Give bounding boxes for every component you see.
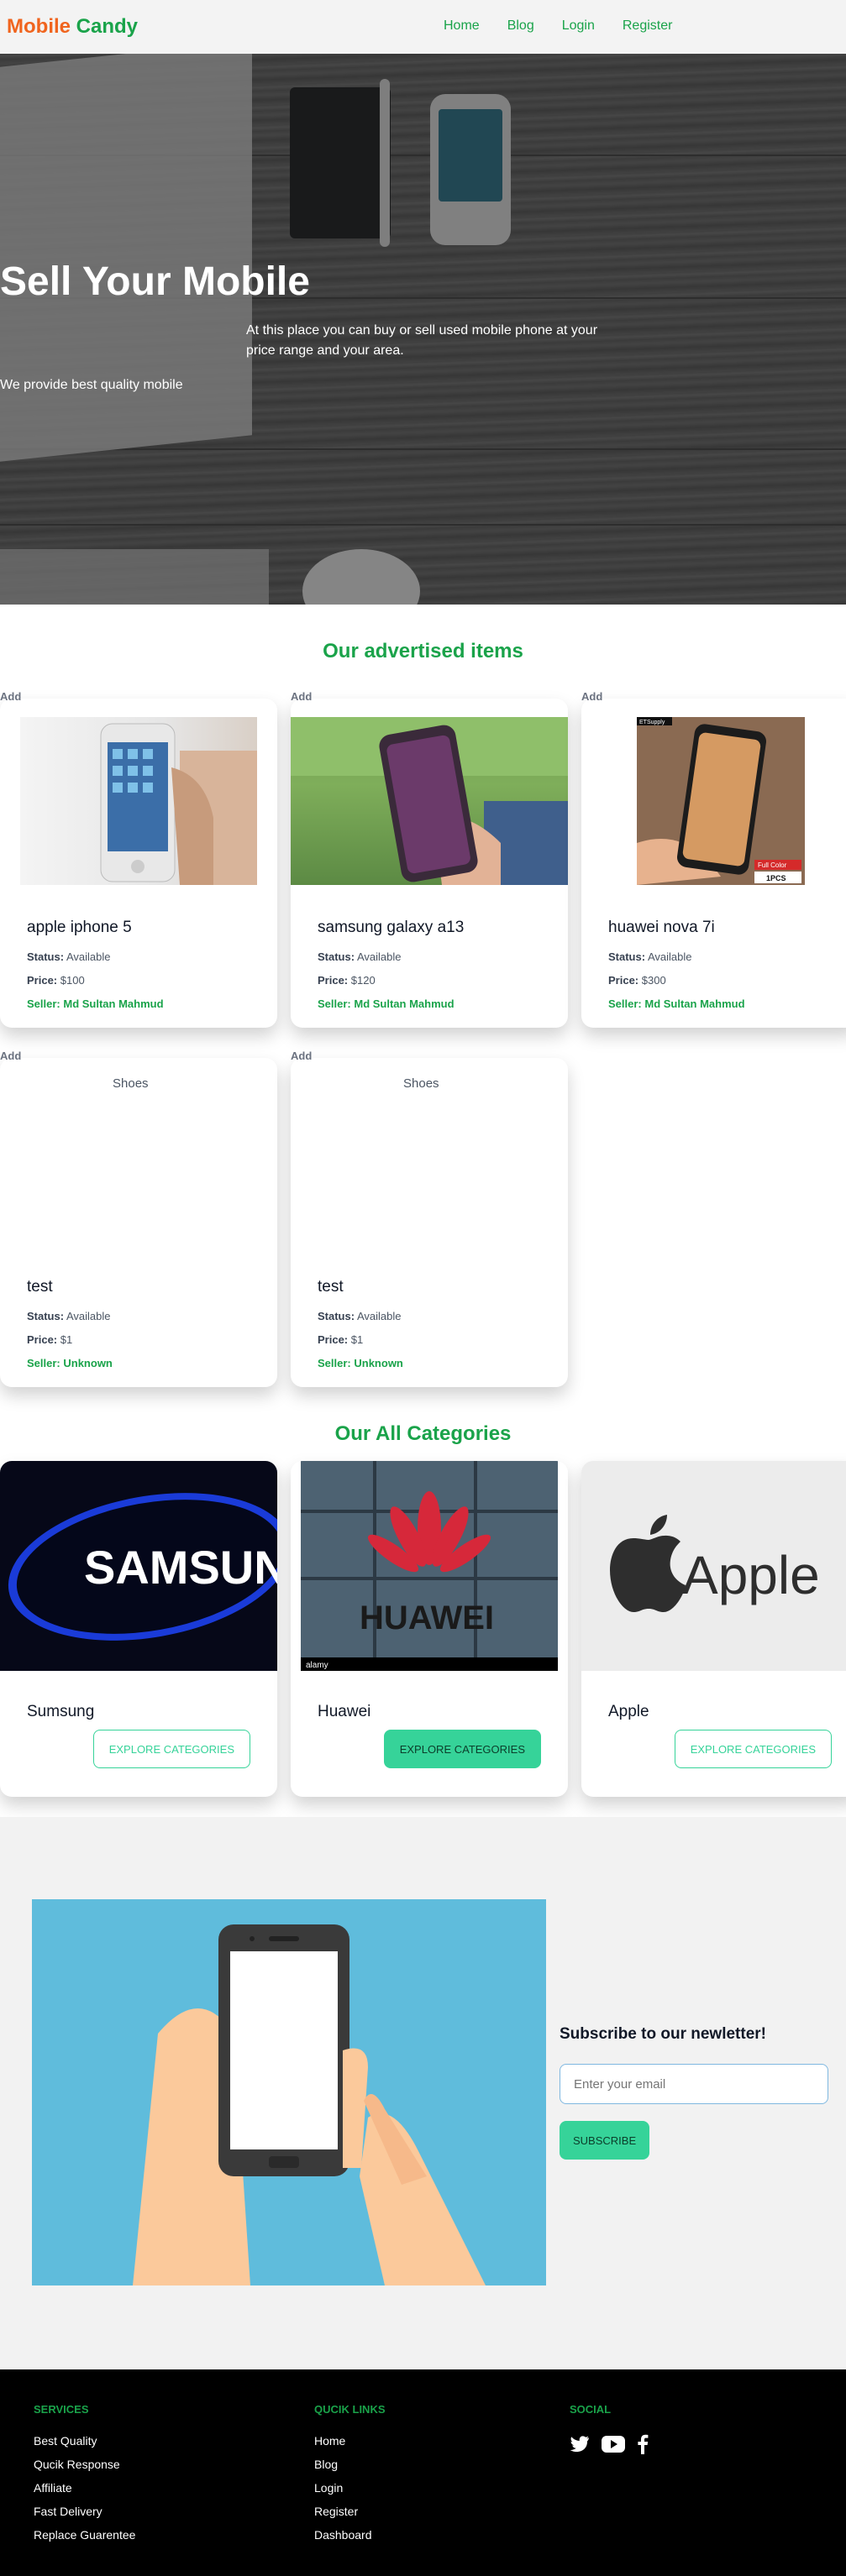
- product-card[interactable]: Add samsung galaxy a13 Status: Available…: [291, 690, 568, 1028]
- product-card[interactable]: Add ETSupply Full Color 1PCS huawei nova…: [581, 690, 846, 1028]
- ad-badge: Add: [291, 690, 313, 703]
- hero-description: At this place you can buy or sell used m…: [246, 323, 598, 358]
- samsung-logo-image: SAMSUNG: [0, 1461, 277, 1671]
- ad-badge: Add: [0, 690, 22, 703]
- category-name: Huawei: [318, 1703, 371, 1720]
- product-image-samsung: [291, 717, 568, 885]
- nav-blog-link[interactable]: Blog: [507, 18, 534, 34]
- logo-part1: Mobile: [7, 15, 71, 38]
- twitter-icon[interactable]: [570, 2435, 590, 2458]
- navbar: Mobile Candy Home Blog Login Register: [0, 0, 846, 54]
- product-status: Status: Available: [27, 1310, 111, 1322]
- ad-badge: Add: [0, 1050, 22, 1062]
- hero-title: Sell Your Mobile: [0, 259, 310, 304]
- social-icons: [570, 2434, 649, 2458]
- footer-social: SOCIAL: [570, 2403, 649, 2458]
- huawei-img-brand: ETSupply: [639, 720, 665, 725]
- nav-register-link[interactable]: Register: [623, 18, 673, 34]
- explore-categories-button[interactable]: EXPLORE CATEGORIES: [674, 1730, 832, 1768]
- ad-badge: Add: [291, 1050, 313, 1062]
- product-price: Price: $120: [318, 974, 376, 987]
- nav-home-link[interactable]: Home: [444, 18, 480, 34]
- huawei-logo-text: HUAWEI: [360, 1600, 494, 1636]
- footer-quick-links: QUCIK LINKS Home Blog Login Register Das…: [314, 2403, 386, 2552]
- product-image-broken: Shoes: [403, 1076, 521, 1102]
- site-logo[interactable]: Mobile Candy: [7, 15, 138, 39]
- product-price: Price: $100: [27, 974, 85, 987]
- huawei-img-red-label: Full Color: [758, 861, 787, 869]
- nav-links: Home Blog Login Register: [444, 18, 700, 34]
- facebook-icon[interactable]: [637, 2434, 649, 2458]
- footer-link[interactable]: Dashboard: [314, 2528, 386, 2542]
- nav-login-link[interactable]: Login: [562, 18, 595, 34]
- product-seller: Seller: Md Sultan Mahmud: [318, 997, 455, 1010]
- category-card-samsung: SAMSUNG Sumsung EXPLORE CATEGORIES: [0, 1461, 277, 1797]
- footer-link[interactable]: Home: [314, 2434, 386, 2448]
- ad-badge: Add: [581, 690, 603, 703]
- hero-subtext: We provide best quality mobile: [0, 378, 183, 392]
- product-seller: Seller: Unknown: [318, 1357, 403, 1369]
- footer-quick-links-title: QUCIK LINKS: [314, 2403, 386, 2416]
- category-card-apple: Apple Apple EXPLORE CATEGORIES: [581, 1461, 846, 1797]
- hand-phone-illustration: [32, 1899, 546, 2285]
- footer-link[interactable]: Register: [314, 2505, 386, 2518]
- footer-services-title: SERVICES: [34, 2403, 89, 2416]
- alamy-watermark: alamy: [306, 1661, 328, 1670]
- product-seller: Seller: Md Sultan Mahmud: [27, 997, 164, 1010]
- broken-image-alt: Shoes: [113, 1076, 149, 1091]
- category-name: Apple: [608, 1703, 649, 1720]
- explore-categories-button[interactable]: EXPLORE CATEGORIES: [92, 1730, 250, 1768]
- categories-section-title: Our All Categories: [334, 1422, 512, 1445]
- product-image-iphone: [20, 717, 257, 885]
- footer-link[interactable]: Qucik Response: [34, 2458, 135, 2471]
- product-card[interactable]: Add Shoes test Status: Available Price: …: [291, 1050, 568, 1387]
- apple-logo-image: Apple: [581, 1461, 846, 1671]
- newsletter-email-input[interactable]: [560, 2064, 828, 2104]
- product-title: apple iphone 5: [27, 919, 132, 936]
- newsletter-section: Subscribe to our newletter! SUBSCRIBE: [0, 1817, 846, 2369]
- footer-link[interactable]: Best Quality: [34, 2434, 135, 2448]
- footer: SERVICES Best Quality Qucik Response Aff…: [0, 2369, 846, 2576]
- product-price: Price: $1: [318, 1333, 364, 1346]
- logo-part2: Candy: [76, 15, 139, 38]
- explore-categories-button[interactable]: EXPLORE CATEGORIES: [383, 1730, 541, 1768]
- huawei-logo-image: HUAWEI alamy: [291, 1461, 568, 1671]
- footer-services: SERVICES Best Quality Qucik Response Aff…: [34, 2403, 135, 2552]
- product-card[interactable]: Add Shoes test Status: Available Price: …: [0, 1050, 277, 1387]
- newsletter-title: Subscribe to our newletter!: [560, 2025, 766, 2043]
- footer-link[interactable]: Affiliate: [34, 2481, 135, 2495]
- product-price: Price: $300: [608, 974, 666, 987]
- subscribe-button[interactable]: SUBSCRIBE: [560, 2121, 650, 2160]
- advertised-section-title: Our advertised items: [323, 640, 523, 662]
- footer-social-title: SOCIAL: [570, 2403, 612, 2416]
- hero-banner: Sell Your Mobile At this place you can b…: [0, 54, 846, 605]
- footer-link[interactable]: Fast Delivery: [34, 2505, 135, 2518]
- footer-link[interactable]: Blog: [314, 2458, 386, 2471]
- footer-link[interactable]: Replace Guarentee: [34, 2528, 135, 2542]
- product-title: huawei nova 7i: [608, 919, 715, 936]
- product-card[interactable]: Add apple iphone 5 Status: Available Pri…: [0, 690, 277, 1028]
- product-title: samsung galaxy a13: [318, 919, 465, 936]
- samsung-logo-text: SAMSUNG: [84, 1541, 277, 1594]
- product-status: Status: Available: [27, 950, 111, 963]
- product-status: Status: Available: [318, 950, 402, 963]
- product-status: Status: Available: [318, 1310, 402, 1322]
- product-image-broken: Shoes: [113, 1076, 230, 1102]
- product-image-huawei: ETSupply Full Color 1PCS: [637, 717, 805, 885]
- product-status: Status: Available: [608, 950, 692, 963]
- broken-image-alt: Shoes: [403, 1076, 439, 1091]
- product-seller: Seller: Md Sultan Mahmud: [608, 997, 745, 1010]
- footer-link[interactable]: Login: [314, 2481, 386, 2495]
- product-price: Price: $1: [27, 1333, 73, 1346]
- category-name: Sumsung: [27, 1703, 95, 1720]
- huawei-img-qty-label: 1PCS: [766, 874, 786, 882]
- category-card-huawei: HUAWEI alamy Huawei EXPLORE CATEGORIES: [291, 1461, 568, 1797]
- apple-logo-text: Apple: [682, 1545, 820, 1605]
- product-title: test: [27, 1278, 53, 1296]
- product-seller: Seller: Unknown: [27, 1357, 113, 1369]
- youtube-icon[interactable]: [602, 2436, 625, 2457]
- product-title: test: [318, 1278, 344, 1296]
